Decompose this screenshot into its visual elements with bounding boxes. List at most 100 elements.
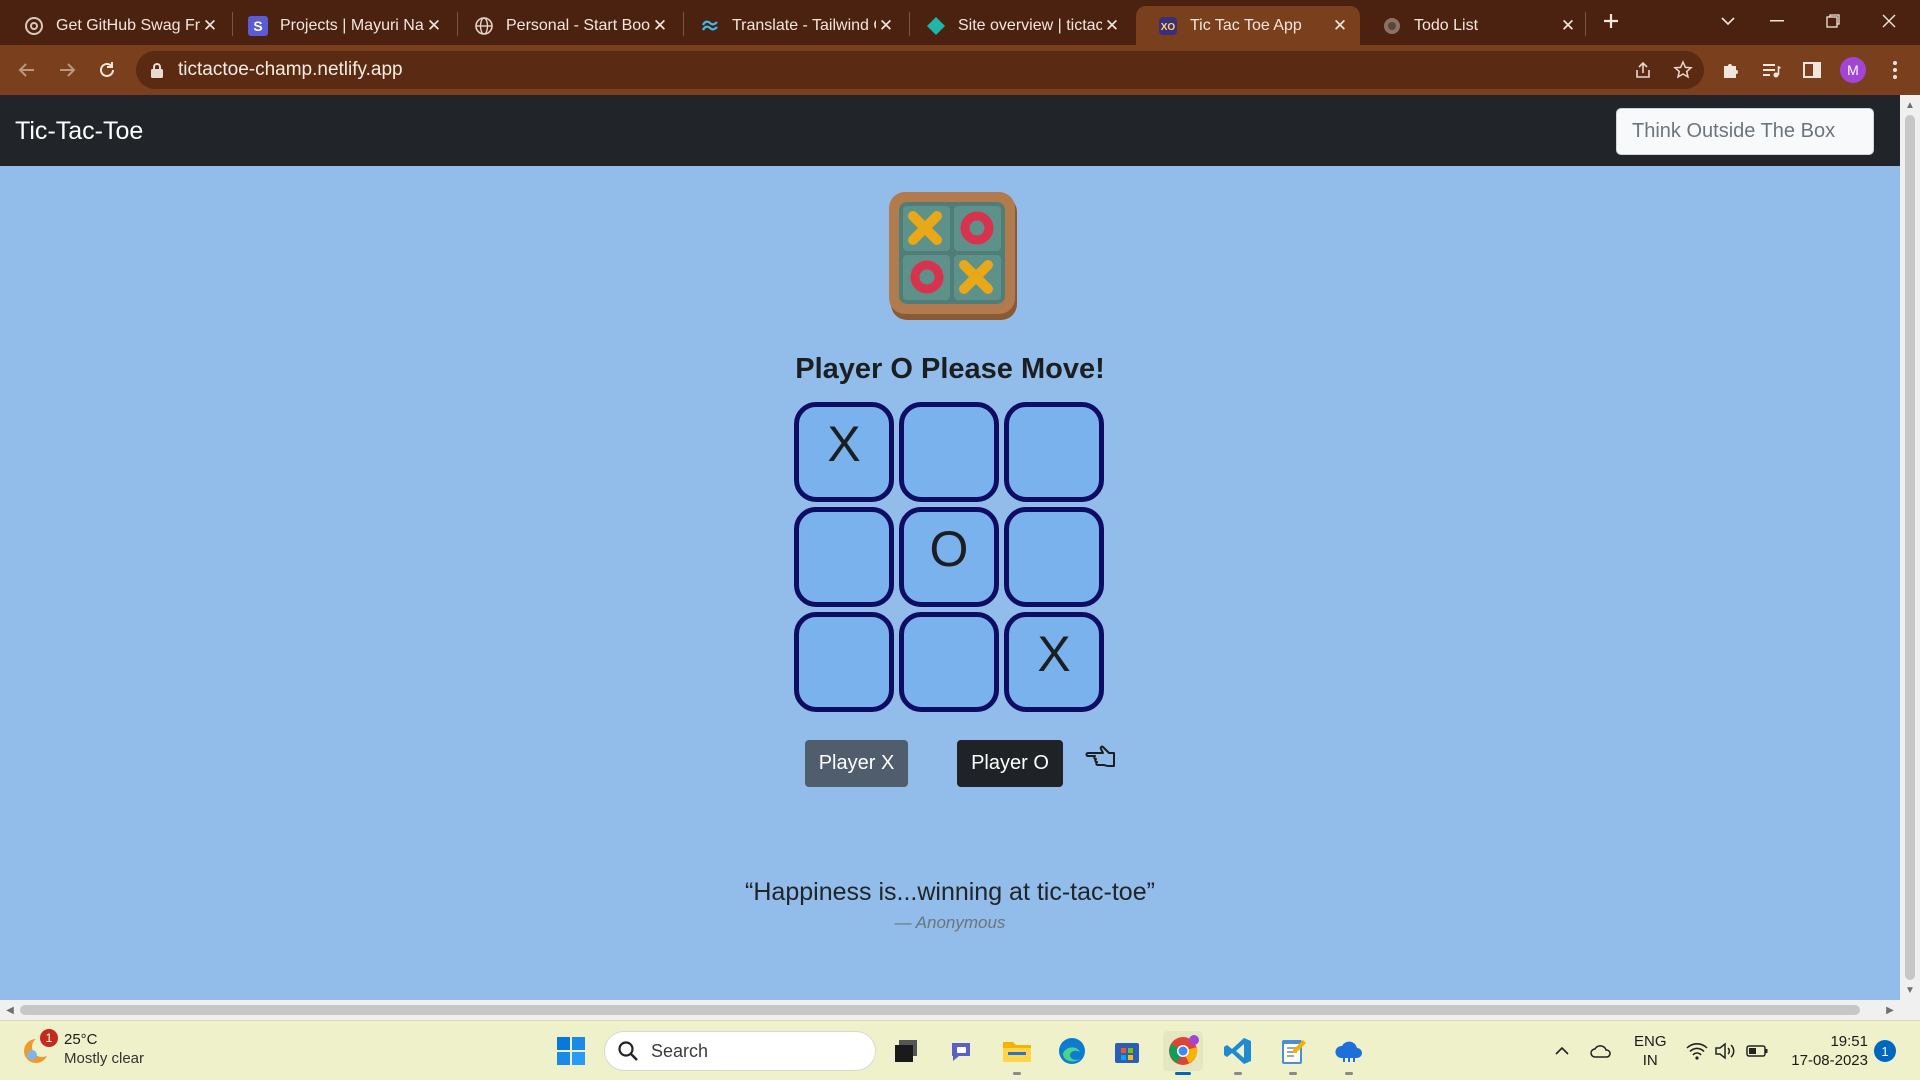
windows-icon <box>557 1037 585 1065</box>
store-button[interactable] <box>1107 1031 1147 1071</box>
scroll-down-icon[interactable]: ▼ <box>1903 983 1917 997</box>
minimize-icon <box>1770 20 1784 22</box>
share-button[interactable] <box>1628 55 1658 85</box>
scroll-left-icon[interactable]: ◀ <box>3 1003 17 1017</box>
board-cell[interactable]: X <box>1004 612 1104 712</box>
tab-site-overview[interactable]: Site overview | tictactoe ✕ <box>904 6 1132 45</box>
tab-tic-tac-toe-app[interactable]: XO Tic Tac Toe App ✕ <box>1136 6 1360 45</box>
horizontal-scrollbar[interactable]: ◀ ▶ <box>0 1000 1900 1020</box>
onedrive-icon[interactable] <box>1589 1039 1613 1063</box>
tab-personal[interactable]: Personal - Start Bootstrap ✕ <box>452 6 680 45</box>
close-tab-icon[interactable]: ✕ <box>200 16 220 36</box>
scrollbar-thumb[interactable] <box>1905 115 1915 980</box>
language-code: ENG <box>1634 1033 1667 1050</box>
tab-search-button[interactable] <box>1708 0 1748 42</box>
menu-button[interactable] <box>1880 55 1910 85</box>
cloud-app-button[interactable] <box>1329 1031 1369 1075</box>
address-bar[interactable]: tictactoe-champ.netlify.app <box>136 51 1704 89</box>
task-view-button[interactable] <box>886 1031 926 1071</box>
edge-icon <box>1059 1038 1085 1064</box>
game-board: X O X <box>794 402 1106 714</box>
share-icon <box>1636 61 1650 78</box>
tab-todo-list[interactable]: Todo List ✕ <box>1360 6 1588 45</box>
scrollbar-thumb[interactable] <box>20 1005 1860 1015</box>
board-cell[interactable] <box>899 402 999 502</box>
search-label: Search <box>651 1040 709 1061</box>
board-cell[interactable] <box>794 507 894 607</box>
teams-chat-button[interactable] <box>942 1031 982 1071</box>
globe-icon <box>1382 16 1402 36</box>
volume-icon[interactable] <box>1713 1039 1737 1063</box>
system-clock[interactable]: 19:51 17-08-2023 <box>1784 1032 1868 1070</box>
chrome-button[interactable] <box>1163 1031 1203 1075</box>
player-x-button[interactable]: Player X <box>805 740 908 787</box>
clock-date: 17-08-2023 <box>1791 1052 1868 1069</box>
profile-button[interactable]: M <box>1838 55 1868 85</box>
media-button[interactable] <box>1756 55 1786 85</box>
kebab-menu-icon <box>1893 61 1897 79</box>
search-input[interactable] <box>1616 108 1874 155</box>
tab-title: Tic Tac Toe App <box>1190 16 1302 34</box>
forward-button[interactable] <box>52 55 82 85</box>
url-text: tictactoe-champ.netlify.app <box>178 59 403 80</box>
close-tab-icon[interactable]: ✕ <box>876 16 896 36</box>
tab-title: Get GitHub Swag Free <box>56 16 200 34</box>
tailwind-icon <box>700 16 720 36</box>
board-cell[interactable]: X <box>794 402 894 502</box>
close-tab-icon[interactable]: ✕ <box>1558 16 1578 36</box>
restore-button[interactable] <box>1810 0 1856 42</box>
battery-icon[interactable] <box>1745 1039 1769 1063</box>
navbar-brand[interactable]: Tic-Tac-Toe <box>15 117 143 146</box>
weather-widget[interactable]: 1 25°C Mostly clear <box>18 1029 144 1069</box>
vertical-scrollbar[interactable]: ▲ ▼ <box>1900 95 1920 1000</box>
openai-icon <box>24 16 44 36</box>
close-tab-icon[interactable]: ✕ <box>424 16 444 36</box>
vscode-button[interactable] <box>1218 1031 1258 1075</box>
minimize-button[interactable] <box>1754 0 1800 42</box>
scroll-up-icon[interactable]: ▲ <box>1903 98 1917 112</box>
board-cell[interactable] <box>899 612 999 712</box>
notification-badge[interactable]: 1 <box>1874 1040 1896 1062</box>
notepad-button[interactable] <box>1273 1031 1313 1075</box>
board-cell[interactable] <box>1004 402 1104 502</box>
bookmark-button[interactable] <box>1668 55 1698 85</box>
wifi-icon[interactable] <box>1685 1039 1709 1063</box>
tab-projects[interactable]: S Projects | Mayuri Naru ✕ <box>226 6 454 45</box>
region-code: IN <box>1642 1052 1658 1069</box>
board-cell[interactable]: O <box>899 507 999 607</box>
start-button[interactable] <box>551 1031 591 1071</box>
cloud-icon <box>1335 1041 1362 1062</box>
avatar: M <box>1840 57 1866 83</box>
board-cell[interactable] <box>794 612 894 712</box>
edge-button[interactable] <box>1052 1031 1092 1071</box>
reload-icon <box>100 62 114 77</box>
close-tab-icon[interactable]: ✕ <box>1102 16 1122 36</box>
file-explorer-button[interactable] <box>997 1031 1037 1075</box>
clock-time: 19:51 <box>1830 1033 1868 1050</box>
show-hidden-icons-button[interactable] <box>1550 1039 1574 1063</box>
tab-translate[interactable]: Translate - Tailwind CSS ✕ <box>678 6 906 45</box>
board-cell[interactable] <box>1004 507 1104 607</box>
restore-icon <box>1826 14 1840 28</box>
language-indicator[interactable]: ENG IN <box>1634 1032 1667 1070</box>
back-button[interactable] <box>12 55 42 85</box>
close-window-button[interactable] <box>1866 0 1912 42</box>
taskbar-search[interactable]: Search <box>604 1031 876 1071</box>
side-panel-button[interactable] <box>1797 55 1827 85</box>
browser-toolbar: tictactoe-champ.netlify.app M <box>0 45 1920 95</box>
arrow-left-icon <box>18 63 34 77</box>
scrollbar-corner <box>1900 1000 1920 1020</box>
new-tab-button[interactable] <box>1596 0 1626 42</box>
tab-title: Translate - Tailwind CSS <box>732 16 876 34</box>
tab-title: Personal - Start Bootstrap <box>506 16 650 34</box>
player-o-button[interactable]: Player O <box>957 740 1063 787</box>
extensions-button[interactable] <box>1716 55 1746 85</box>
close-tab-icon[interactable]: ✕ <box>1330 16 1350 36</box>
tab-github-swag[interactable]: Get GitHub Swag Free ✕ <box>2 6 230 45</box>
svg-text:XO: XO <box>1161 22 1176 33</box>
tictactoe-favicon-icon: XO <box>1158 16 1178 36</box>
reload-button[interactable] <box>92 55 122 85</box>
scroll-right-icon[interactable]: ▶ <box>1883 1003 1897 1017</box>
close-tab-icon[interactable]: ✕ <box>650 16 670 36</box>
folder-icon <box>1003 1042 1031 1062</box>
